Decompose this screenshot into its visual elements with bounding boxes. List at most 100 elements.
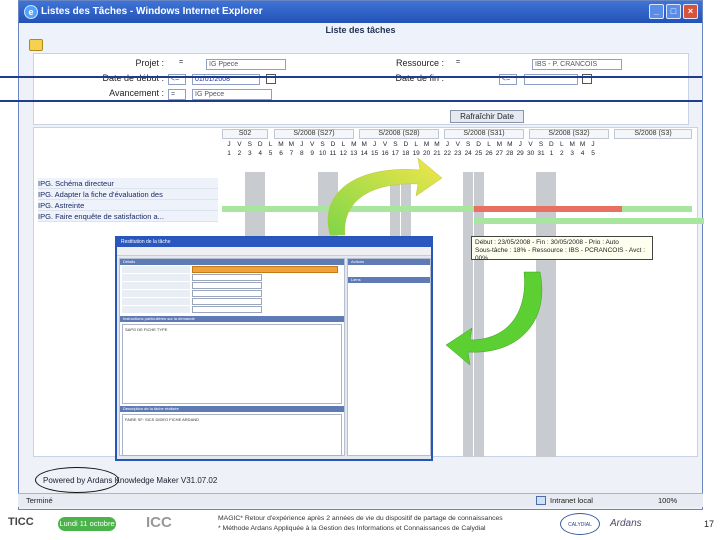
title-field[interactable] [192, 266, 338, 273]
task-bar-highlight[interactable] [474, 206, 622, 212]
avancement-field[interactable] [192, 306, 262, 313]
task-row[interactable]: IPG. Faire enquête de satisfaction a... [38, 211, 218, 222]
gantt-header: S02 S/2008 (S27) S/2008 (S28) S/2008 (S31) S… [34, 128, 697, 160]
description-textarea[interactable]: FAIRE SF: SICS DIDEO FICHE ARDAND [122, 414, 342, 456]
title-bar: e Listes des Tâches - Windows Internet E… [19, 1, 702, 23]
ressource-field[interactable] [192, 298, 262, 305]
day-header: D 1 [549, 141, 554, 157]
date-fin-input[interactable] [524, 74, 578, 85]
projet-label: Projet : [135, 58, 164, 68]
popup-title: Restitution de la tâche [117, 238, 431, 247]
page-title: Liste des tâches [325, 25, 396, 35]
date-debut-operator[interactable]: <= [168, 74, 186, 85]
day-header: M 21 [433, 141, 441, 157]
day-header: M 7 [288, 141, 295, 157]
task-popup-window: Restitution de la tâche Détails Instruct… [115, 236, 433, 461]
task-row[interactable]: IPG. Schéma directeur [38, 178, 218, 189]
window-title: Listes des Tâches - Windows Internet Exp… [41, 6, 263, 17]
avancement-label: Avancement : [109, 88, 164, 98]
highlight-oval [35, 467, 119, 493]
task-tooltip: Début : 23/05/2008 - Fin : 30/05/2008 - … [471, 236, 653, 262]
day-header: S 24 [464, 141, 472, 157]
popup-toolbar [117, 247, 431, 256]
day-header: V 23 [454, 141, 462, 157]
footer-line: MAGIC* Retour d'expérience après 2 année… [218, 515, 503, 522]
week-header: S02 [222, 129, 268, 139]
day-header: V 9 [310, 141, 315, 157]
day-header: M 13 [350, 141, 358, 157]
day-header: M 14 [360, 141, 368, 157]
intranet-icon [536, 496, 546, 505]
page-number: 17 [703, 519, 714, 529]
projet-field[interactable] [192, 274, 262, 281]
icc-logo: ICC [146, 514, 172, 531]
instructions-textarea[interactable]: SAPG DE FICHE TYPE [122, 324, 342, 404]
day-header: S 3 [247, 141, 252, 157]
day-header: L 19 [412, 141, 420, 157]
day-header: D 25 [474, 141, 483, 157]
week-header: S/2008 (S32) [529, 129, 609, 139]
favorites-icon[interactable] [29, 39, 43, 51]
day-header: J 5 [591, 141, 595, 157]
task-row[interactable]: IPG. Astreinte [38, 200, 218, 211]
ticc-logo: TICC [8, 516, 34, 528]
day-header: M 6 [278, 141, 284, 157]
weekend-column [546, 172, 557, 457]
day-header: J 15 [370, 141, 379, 157]
day-header: S 10 [318, 141, 327, 157]
ardans-logo: Ardans [610, 518, 642, 529]
popup-form: Détails Instructions particulières sur l… [119, 258, 345, 456]
avancement-select[interactable]: IG Ppece [192, 89, 272, 100]
week-header: S/2008 (S3) [614, 129, 692, 139]
zone-text: Intranet local [550, 496, 593, 505]
footer-line: * Méthode Ardans Appliquée à la Gestion … [218, 525, 486, 532]
date-fin-field[interactable] [192, 290, 262, 297]
week-header: S/2008 (S27) [274, 129, 354, 139]
slide-footer: TICC Lundi 11 octobre ICC MAGIC* Retour … [0, 510, 720, 540]
day-header: L 26 [485, 141, 493, 157]
weekend-column [473, 172, 484, 457]
day-header: J 29 [516, 141, 524, 157]
day-header: J 1 [227, 141, 231, 157]
date-debut-field[interactable] [192, 282, 262, 289]
task-bar[interactable] [474, 218, 704, 224]
ressource-operator: = [454, 58, 467, 69]
filter-panel: Projet : = IG Ppece Date de début : <= 0… [33, 53, 689, 125]
slide: e Listes des Tâches - Windows Internet E… [0, 0, 720, 540]
weekend-column [463, 172, 474, 457]
calendar-icon[interactable] [266, 74, 276, 84]
day-header: S 17 [391, 141, 399, 157]
task-row[interactable]: IPG. Adapter la fiche d'évaluation des [38, 189, 218, 200]
date-debut-input[interactable]: 01/01/2008 [192, 74, 260, 85]
zoom-level[interactable]: 100% [658, 494, 677, 507]
day-header: J 8 [299, 141, 304, 157]
side-header: Liens [348, 277, 430, 283]
minimize-button[interactable]: _ [649, 4, 664, 19]
close-button[interactable]: × [683, 4, 698, 19]
date-fin-label: Date de fin : [395, 73, 444, 83]
day-header: M 28 [506, 141, 514, 157]
avancement-operator[interactable]: = [168, 89, 186, 100]
status-bar: Terminé Intranet local 100% [18, 493, 703, 507]
day-header: V 16 [381, 141, 389, 157]
day-header: L 12 [339, 141, 347, 157]
day-header: M 4 [579, 141, 586, 157]
weekend-column [536, 172, 546, 457]
section-header: Instructions particulières sur la demand… [120, 316, 344, 322]
date-fin-operator[interactable]: <= [499, 74, 517, 85]
day-header: M 3 [569, 141, 575, 157]
day-header: D 18 [402, 141, 410, 157]
refresh-date-button[interactable]: Rafraîchir Date [450, 110, 524, 123]
ressource-select[interactable]: IBS - P. CRANCOIS [532, 59, 622, 70]
maximize-button[interactable]: □ [666, 4, 681, 19]
status-text: Terminé [26, 496, 53, 505]
calendar-icon[interactable] [582, 74, 592, 84]
projet-select[interactable]: IG Ppece [206, 59, 286, 70]
day-header: V 30 [526, 141, 535, 157]
day-header: D 11 [329, 141, 337, 157]
day-header: D 4 [257, 141, 263, 157]
day-header: M 27 [495, 141, 503, 157]
week-header: S/2008 (S28) [359, 129, 439, 139]
tooltip-line: Sous-tâche : 18% - Ressource : IBS - PCR… [475, 247, 646, 262]
popup-sidebar: Actions Liens [347, 258, 431, 456]
